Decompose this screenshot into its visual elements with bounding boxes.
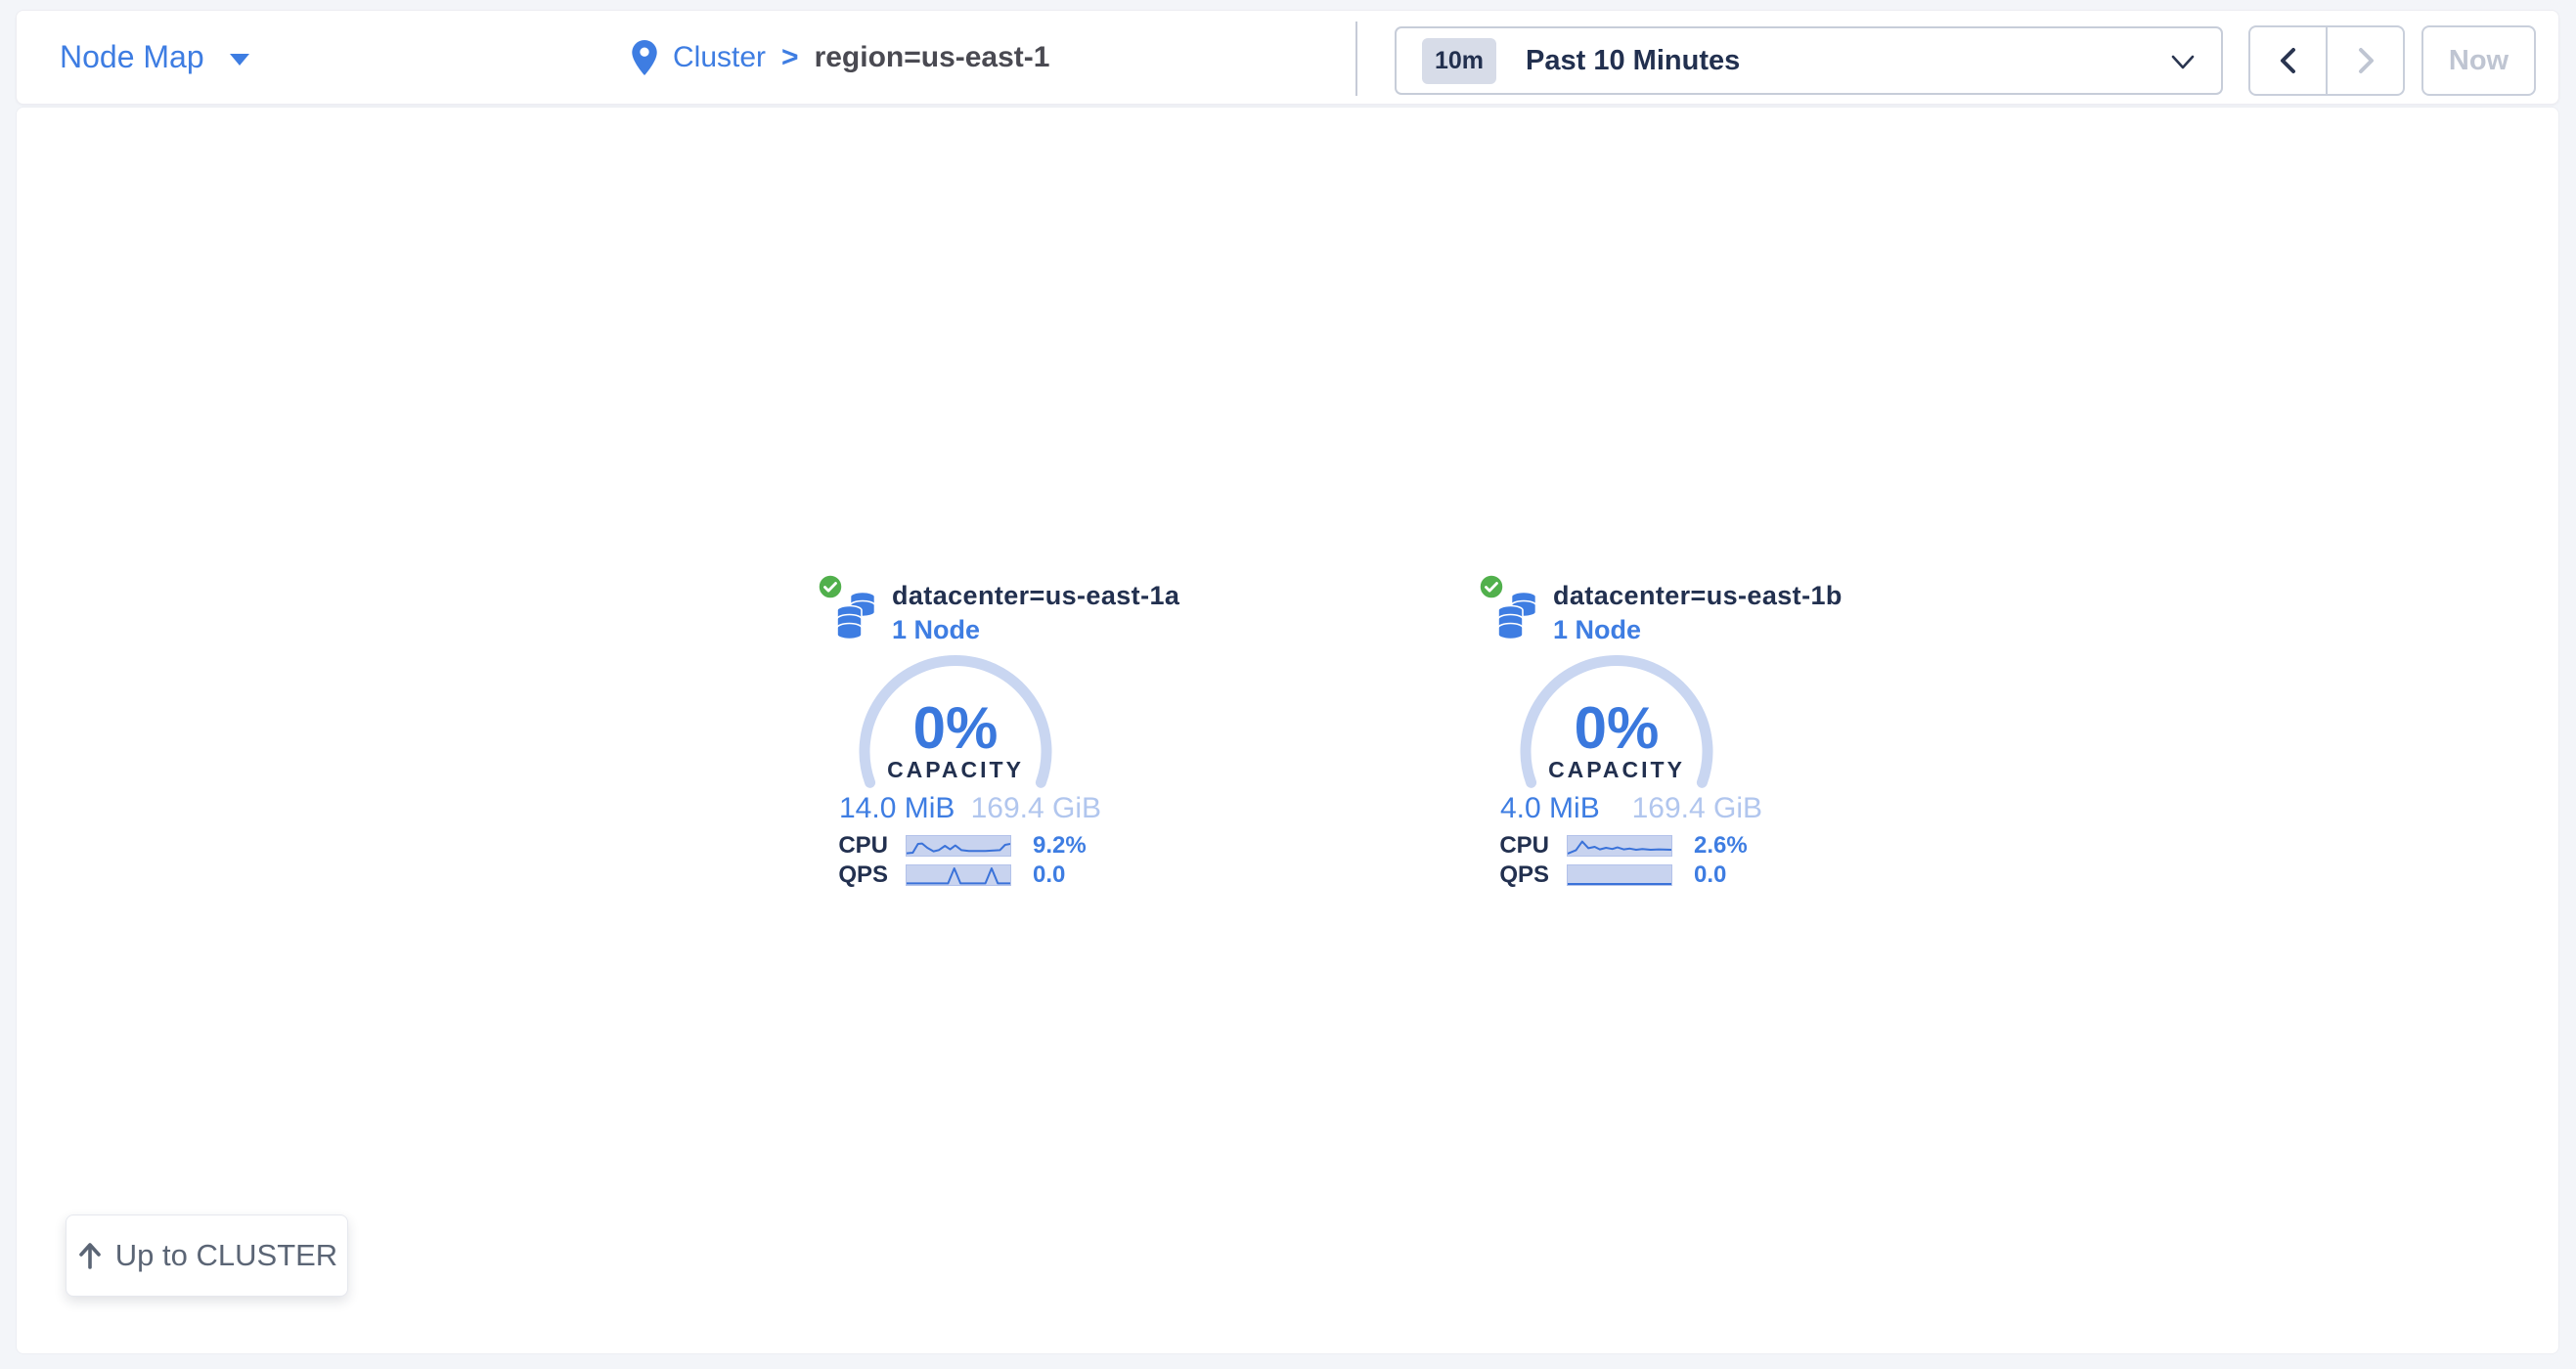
chevron-left-icon [2278, 46, 2299, 75]
toolbar-divider [1355, 22, 1357, 96]
capacity-caption: CAPACITY [1519, 757, 1714, 783]
cpu-value: 2.6% [1694, 832, 1748, 860]
qps-sparkline [906, 864, 1011, 886]
view-selector-dropdown[interactable]: Node Map [60, 11, 249, 104]
database-stack-icon [834, 591, 877, 644]
cpu-metric-row: CPU 2.6% [1483, 833, 1776, 859]
toolbar: Node Map Cluster > region=us-east-1 10m … [16, 10, 2559, 105]
capacity-total: 169.4 GiB [1632, 792, 1762, 825]
capacity-values-row: 14.0 MiB 169.4 GiB [839, 792, 1101, 825]
capacity-percent: 0% [858, 694, 1053, 762]
breadcrumb: Cluster > region=us-east-1 [632, 11, 1049, 104]
capacity-used: 4.0 MiB [1500, 792, 1600, 825]
database-stack-icon [1495, 591, 1538, 644]
cpu-label: CPU [1483, 832, 1549, 860]
qps-label: QPS [822, 861, 888, 889]
now-button[interactable]: Now [2421, 25, 2536, 96]
location-pin-icon [632, 40, 657, 75]
breadcrumb-cluster-link[interactable]: Cluster [673, 41, 766, 74]
time-prev-button[interactable] [2248, 25, 2327, 96]
cpu-label: CPU [822, 832, 888, 860]
up-to-cluster-button[interactable]: Up to CLUSTER [66, 1214, 348, 1297]
time-range-label: Past 10 Minutes [1526, 45, 1740, 77]
view-selector-label: Node Map [60, 39, 204, 75]
cpu-metric-row: CPU 9.2% [822, 833, 1115, 859]
datacenter-node-count: 1 Node [892, 615, 980, 645]
datacenter-title: datacenter=us-east-1b [1553, 581, 1843, 611]
datacenter-node-count: 1 Node [1553, 615, 1641, 645]
capacity-values-row: 4.0 MiB 169.4 GiB [1500, 792, 1762, 825]
cpu-sparkline [906, 835, 1011, 857]
qps-value: 0.0 [1694, 861, 1726, 889]
datacenter-group[interactable]: datacenter=us-east-1a 1 Node 0% CAPACITY… [822, 575, 1115, 898]
chevron-right-icon [2355, 46, 2376, 75]
time-nav-group [2248, 25, 2405, 96]
breadcrumb-current: region=us-east-1 [815, 41, 1050, 74]
node-map-page: Node Map Cluster > region=us-east-1 10m … [0, 0, 2576, 1369]
qps-label: QPS [1483, 861, 1549, 889]
cpu-value: 9.2% [1033, 832, 1087, 860]
up-to-cluster-label: Up to CLUSTER [115, 1238, 337, 1273]
capacity-caption: CAPACITY [858, 757, 1053, 783]
datacenter-group[interactable]: datacenter=us-east-1b 1 Node 0% CAPACITY… [1483, 575, 1776, 898]
qps-value: 0.0 [1033, 861, 1065, 889]
time-next-button[interactable] [2327, 25, 2405, 96]
qps-sparkline [1567, 864, 1672, 886]
qps-metric-row: QPS 0.0 [1483, 862, 1776, 888]
capacity-used: 14.0 MiB [839, 792, 955, 825]
qps-metric-row: QPS 0.0 [822, 862, 1115, 888]
arrow-up-icon [76, 1240, 104, 1271]
datacenter-title: datacenter=us-east-1a [892, 581, 1179, 611]
cpu-sparkline [1567, 835, 1672, 857]
breadcrumb-separator: > [781, 41, 799, 74]
chevron-down-icon [2170, 54, 2196, 76]
time-range-dropdown[interactable]: 10m Past 10 Minutes [1395, 26, 2223, 95]
node-map-canvas [16, 107, 2559, 1354]
time-range-badge: 10m [1422, 38, 1496, 84]
caret-down-icon [230, 54, 249, 66]
capacity-percent: 0% [1519, 694, 1714, 762]
capacity-total: 169.4 GiB [971, 792, 1101, 825]
